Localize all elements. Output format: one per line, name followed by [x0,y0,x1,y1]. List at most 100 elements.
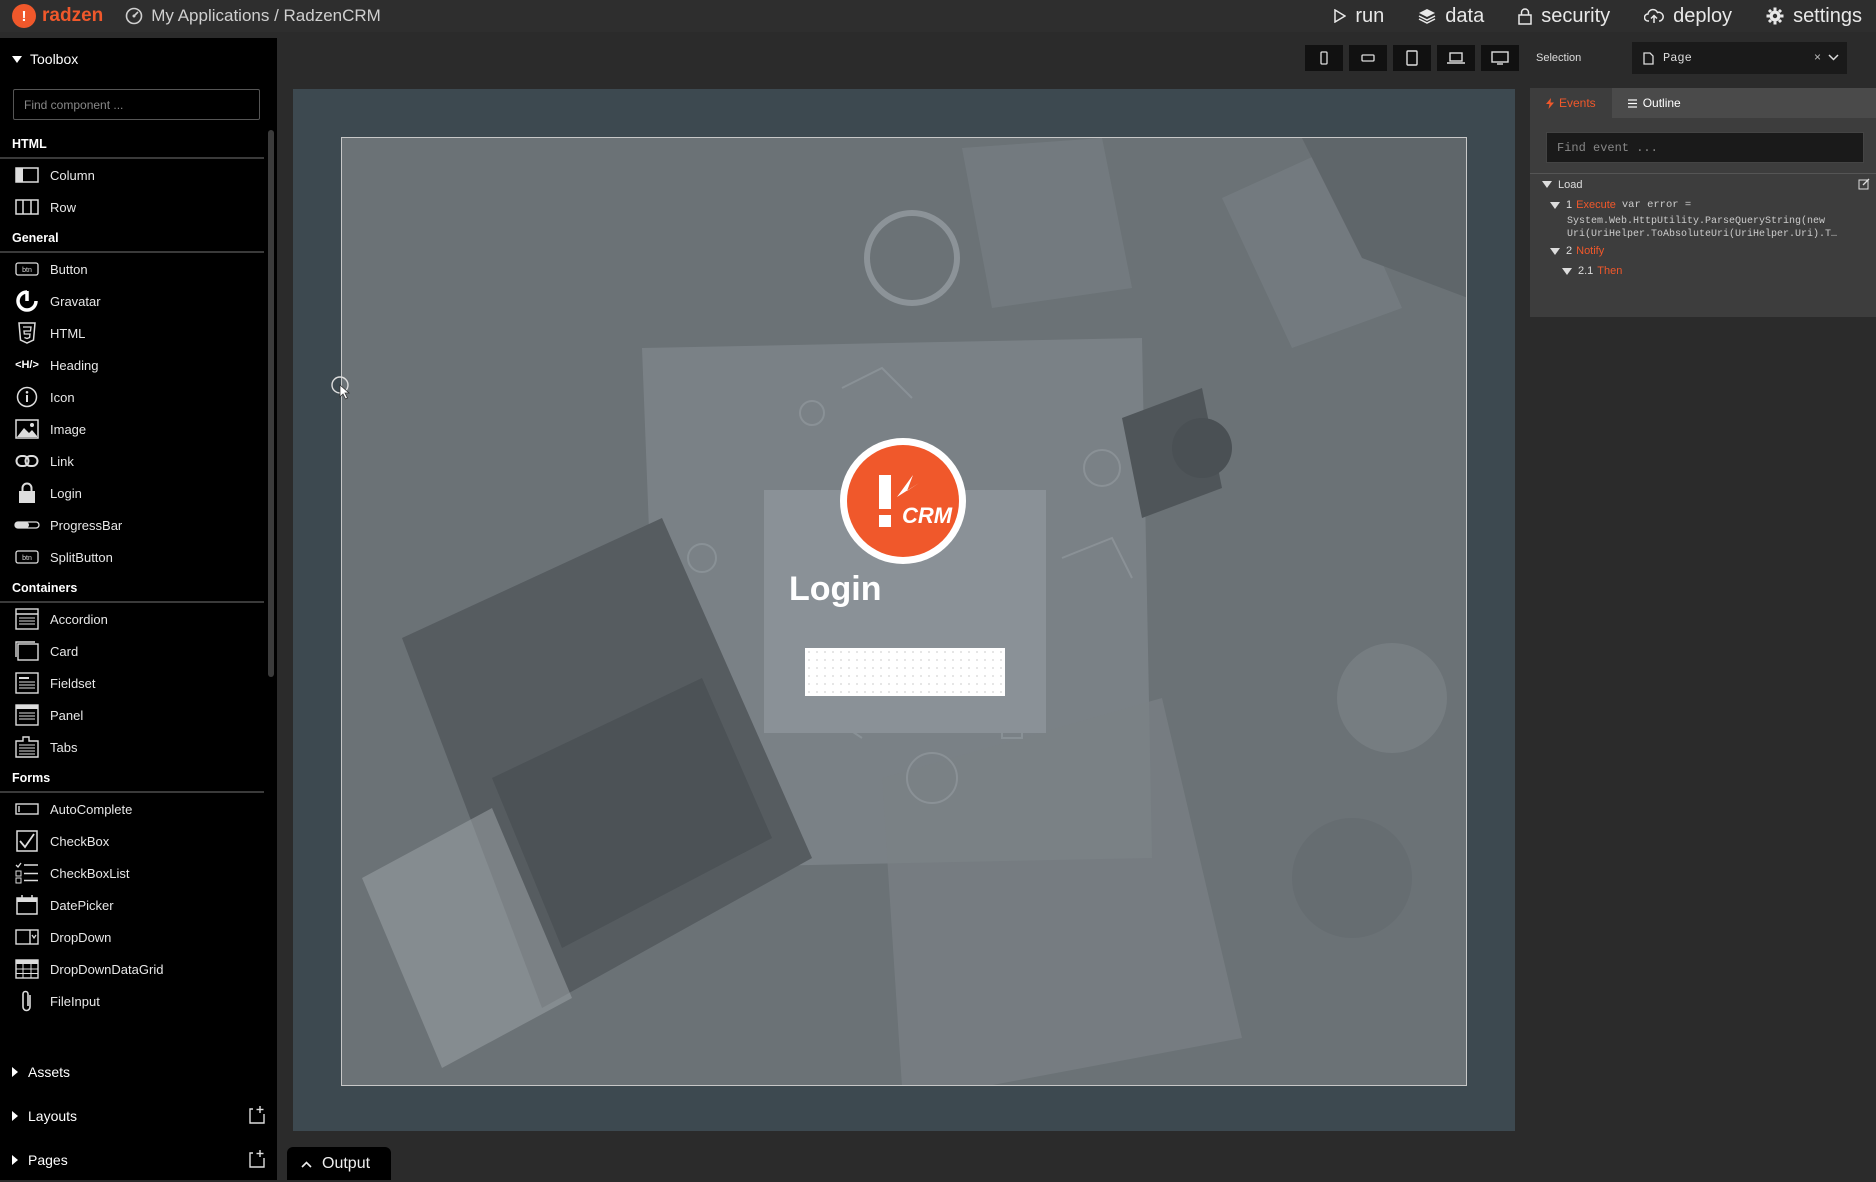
login-component-placeholder[interactable] [805,648,1005,696]
toolbox-item-card[interactable]: Card [0,635,266,667]
toolbox-scrollbar[interactable] [268,130,274,677]
toolbox-item-image[interactable]: Image [0,413,266,445]
settings-label: settings [1793,4,1862,27]
toolbox-item-label: Accordion [50,611,108,627]
run-button[interactable]: run [1334,5,1384,28]
device-phone-landscape-button[interactable] [1349,45,1387,71]
toolbox-item-label: DropDownDataGrid [50,961,164,977]
toolbox-item-label: Heading [50,357,99,373]
toolbox-item-panel[interactable]: Panel [0,699,266,731]
event-load[interactable]: Load [1530,173,1876,195]
selection-label: Selection [1536,52,1582,64]
crm-logo-text: CRM [902,503,953,528]
toolbox-item-label: Tabs [50,739,78,755]
breadcrumb[interactable]: My Applications / RadzenCRM [125,6,381,26]
toolbox-item-label: DropDown [50,929,112,945]
toolbox-title: Toolbox [30,51,79,67]
device-laptop-button[interactable] [1437,45,1475,71]
tab-outline-label: Outline [1642,96,1681,110]
properties-tabs: Events Outline [1530,88,1876,118]
toolbox-item-label: Gravatar [50,293,101,309]
toolbox-header[interactable]: Toolbox [0,38,277,80]
find-component-input[interactable] [13,89,260,120]
column-icon [14,163,40,187]
assets-label: Assets [28,1064,71,1080]
toolbox-item-row[interactable]: Row [0,191,266,223]
action-then[interactable]: 2.1 Then [1530,261,1876,281]
security-button[interactable]: security [1518,5,1610,28]
play-icon [1334,9,1347,23]
login-title[interactable]: Login [789,570,882,609]
toolbox-item-login[interactable]: Login [0,477,266,509]
add-page-icon[interactable] [249,1150,265,1168]
toolbox-item-column[interactable]: Column [0,159,266,191]
crm-logo-mark-icon [879,475,919,527]
checkbox-icon [14,829,40,853]
row-icon [14,195,40,219]
expand-arrow-icon [12,1155,18,1165]
gravatar-icon [14,289,40,313]
toolbox-item-tabs[interactable]: Tabs [0,731,266,763]
find-event-input[interactable] [1546,132,1864,163]
toolbox-item-label: FileInput [50,993,100,1009]
device-preview-bar [1299,45,1519,71]
toolbox-item-autocomplete[interactable]: AutoComplete [0,793,266,825]
toolbox-item-dropdowndatagrid[interactable]: DropDownDataGrid [0,953,266,985]
info-icon [14,385,40,409]
toolbox-item-heading[interactable]: <H/> Heading [0,349,266,381]
run-label: run [1355,4,1385,27]
device-tablet-button[interactable] [1393,45,1431,71]
data-button[interactable]: data [1418,5,1484,28]
layouts-section[interactable]: Layouts [0,1094,277,1138]
chevron-down-icon [1828,54,1839,61]
toolbox-item-link[interactable]: Link [0,445,266,477]
radzen-logo[interactable]: ! radzen [12,4,103,28]
radzen-brand-text: radzen [42,5,104,26]
action-code-line: System.Web.HttpUtility.ParseQueryString(… [1567,216,1826,227]
top-nav: run data security deploy settings [1300,0,1862,32]
collapse-arrow-icon [1542,181,1552,188]
toolbox-item-splitbutton[interactable]: btn SplitButton [0,541,266,573]
toolbox-item-label: CheckBox [50,833,110,849]
action-number: 2.1 [1578,265,1594,277]
action-notify[interactable]: 2 Notify [1530,241,1876,261]
selection-dropdown[interactable]: Page × [1632,42,1847,74]
assets-section[interactable]: Assets [0,1050,277,1094]
device-desktop-button[interactable] [1481,45,1519,71]
expand-arrow-icon [12,1067,18,1077]
action-execute[interactable]: 1 Execute var error = [1530,195,1876,215]
device-phone-portrait-button[interactable] [1305,45,1343,71]
phone-landscape-icon [1361,54,1375,62]
toolbox-item-fieldset[interactable]: Fieldset [0,667,266,699]
action-type: Execute [1576,199,1616,211]
toolbox-item-accordion[interactable]: Accordion [0,603,266,635]
toolbox-item-icon[interactable]: Icon [0,381,266,413]
cloud-upload-icon [1644,8,1665,23]
lock-icon [1518,7,1532,25]
tab-events-label: Events [1559,96,1596,110]
output-tab[interactable]: Output [287,1147,391,1180]
toolbox-item-checkboxlist[interactable]: CheckBoxList [0,857,266,889]
pages-section[interactable]: Pages [0,1138,277,1182]
tab-outline[interactable]: Outline [1612,88,1697,118]
add-layout-icon[interactable] [249,1106,265,1124]
settings-button[interactable]: settings [1766,5,1862,28]
toolbox-item-datepicker[interactable]: DatePicker [0,889,266,921]
toolbox-item-fileinput[interactable]: FileInput [0,985,266,1017]
toolbox-item-gravatar[interactable]: Gravatar [0,285,266,317]
toolbox-item-checkbox[interactable]: CheckBox [0,825,266,857]
category-html: HTML [0,129,264,159]
tab-events[interactable]: Events [1530,88,1612,118]
toolbox-item-progressbar[interactable]: ProgressBar [0,509,266,541]
svg-text:btn: btn [22,555,32,562]
toolbox-item-dropdown[interactable]: DropDown [0,921,266,953]
edit-icon[interactable] [1858,178,1870,190]
design-page[interactable]: CRM Login [341,137,1467,1086]
bolt-icon [1546,97,1554,109]
toolbox-item-button[interactable]: btn Button [0,253,266,285]
deploy-button[interactable]: deploy [1644,5,1732,28]
clear-selection-icon[interactable]: × [1814,50,1821,64]
toolbox-item-label: Card [50,643,79,659]
svg-text:btn: btn [22,267,32,274]
toolbox-item-html[interactable]: HTML [0,317,266,349]
